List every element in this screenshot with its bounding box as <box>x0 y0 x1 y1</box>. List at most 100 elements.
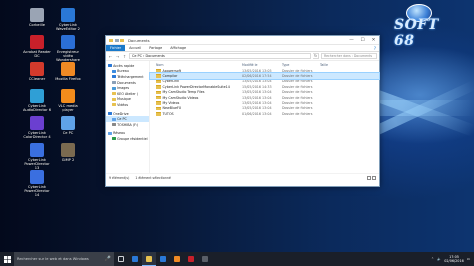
desktop-icon[interactable]: Mozilla Firefox <box>53 62 83 81</box>
desktop-icon-label: CyberLink PowerDirector 13 <box>24 158 50 171</box>
logo-text: SOFT 68 <box>394 17 439 49</box>
search-input[interactable]: Rechercher dans : Documents <box>321 52 377 60</box>
desktop-icon[interactable]: VLC media player <box>53 89 83 112</box>
tab-fichier[interactable]: Fichier <box>106 45 126 51</box>
file-name: Apowersoft <box>162 68 182 73</box>
app-icon <box>61 89 75 103</box>
details-view-icon[interactable] <box>366 175 371 180</box>
nav-item-icon <box>112 69 116 73</box>
file-name-cell: My CamStudio Videos <box>156 96 242 100</box>
taskbar-app-dark-button[interactable] <box>198 252 212 266</box>
tab-affichage[interactable]: Affichage <box>166 45 190 51</box>
system-tray: ⌃ 🔈 17:05 02/06/2016 ▭ <box>431 255 474 263</box>
minimize-button[interactable]: — <box>346 36 357 45</box>
folder-icon <box>156 95 161 100</box>
desktop-icon-label: Enregistreur vidéo Wondershare <box>56 50 80 63</box>
desktop-icon[interactable]: GIMP 2 <box>53 143 83 162</box>
task-view-icon <box>118 256 124 262</box>
taskbar-app-red-button[interactable] <box>184 252 198 266</box>
desktop-icon[interactable]: CyberLink PowerDirector 13 <box>22 143 52 171</box>
file-name-cell: Compilar <box>156 74 242 78</box>
desktop-icon-label: Ce PC <box>62 131 74 135</box>
selection-count: 1 élément sélectionné <box>135 175 171 180</box>
taskbar-store-button[interactable] <box>156 252 170 266</box>
app-icon <box>30 116 44 130</box>
clock[interactable]: 17:05 02/06/2016 <box>444 255 464 263</box>
taskbar-file-explorer-button[interactable] <box>142 252 156 266</box>
nav-item-icon <box>108 112 112 116</box>
desktop-icon[interactable]: CyberLink ColorDirector 4 <box>22 116 52 139</box>
nav-item-label: OneDrive <box>113 111 129 116</box>
file-type: Dossier de fichiers <box>282 101 313 106</box>
desktop-icon[interactable]: CyberLink PowerDirector 14 <box>22 170 52 198</box>
new-folder-icon[interactable] <box>120 38 124 42</box>
address-bar-row: ← → ↑ Ce PC › Documents ↻ Rechercher dan… <box>106 52 379 61</box>
taskbar-task-view-button[interactable] <box>114 252 128 266</box>
maximize-button[interactable]: ☐ <box>357 36 368 45</box>
taskbar-edge-button[interactable] <box>128 252 142 266</box>
desktop-icon[interactable]: Corbeille <box>22 8 52 27</box>
taskbar-search-placeholder: Rechercher sur le web et dans Windows <box>17 257 89 261</box>
taskbar-firefox-button[interactable] <box>170 252 184 266</box>
desktop-icon[interactable]: CyberLink WaveEditor 2 <box>53 8 83 31</box>
help-icon[interactable]: ? <box>374 45 379 51</box>
file-type: Dossier de fichiers <box>282 106 313 111</box>
chevron-up-icon[interactable]: ⌃ <box>431 257 434 261</box>
properties-icon[interactable] <box>114 38 119 42</box>
nav-item-icon <box>112 103 116 107</box>
address-input[interactable]: Ce PC › Documents <box>129 52 311 60</box>
refresh-icon[interactable]: ↻ <box>313 52 319 60</box>
nav-item-icon <box>108 131 112 135</box>
column-header-date[interactable]: Modifié le <box>242 63 282 67</box>
folder-icon <box>156 101 161 105</box>
desktop-icon-label: CyberLink WaveEditor 2 <box>56 23 80 32</box>
notifications-icon[interactable]: ▭ <box>467 257 470 261</box>
desktop-icon-label: GIMP 2 <box>61 158 75 162</box>
tab-partage[interactable]: Partage <box>145 45 166 51</box>
file-type: Dossier de fichiers <box>282 95 313 100</box>
nav-item-icon <box>112 123 116 127</box>
file-type: Dossier de fichiers <box>282 90 313 95</box>
windows-logo-icon <box>3 255 11 263</box>
desktop-icon-label: Mozilla Firefox <box>55 77 81 81</box>
desktop-icon-label: CyberLink PowerDirector 14 <box>24 185 50 198</box>
close-button[interactable]: ✕ <box>368 36 379 45</box>
column-header-type[interactable]: Type <box>282 63 320 67</box>
desktop-icon[interactable]: CCleaner <box>22 62 52 81</box>
folder-icon <box>156 90 161 94</box>
desktop-icon[interactable]: CyberLink AudioDirector 6 <box>22 89 52 112</box>
edge-icon <box>132 256 138 262</box>
volume-icon[interactable]: 🔈 <box>437 257 441 261</box>
tab-accueil[interactable]: Accueil <box>125 45 145 51</box>
desktop-icon[interactable]: Acrobat Reader DC <box>22 35 52 58</box>
microphone-icon[interactable]: 🎤 <box>105 256 111 262</box>
nav-item[interactable]: Vidéos <box>106 102 149 108</box>
nav-item[interactable]: Groupe résidentiel <box>106 136 149 142</box>
file-explorer-window[interactable]: Documents — ☐ ✕ Fichier Accueil Partage … <box>105 35 380 187</box>
file-type: Dossier de fichiers <box>282 84 313 89</box>
file-row[interactable]: TUTOS 01/06/2016 13:04 Dossier de fichiers <box>150 111 379 116</box>
file-name-cell: NewBlueFX <box>156 106 242 110</box>
desktop-icon[interactable]: Ce PC <box>53 116 83 135</box>
nav-item-icon <box>112 86 116 90</box>
file-type: Dossier de fichiers <box>282 79 313 84</box>
desktop-icon-label: CCleaner <box>28 77 46 81</box>
start-button[interactable] <box>0 252 14 266</box>
back-arrow-icon[interactable]: ← <box>108 53 113 60</box>
large-icons-view-icon[interactable] <box>372 175 376 180</box>
title-bar[interactable]: Documents — ☐ ✕ <box>106 36 379 45</box>
nav-item[interactable]: TOSHIBA (F:) <box>106 122 149 128</box>
item-count: 9 élément(s) <box>109 175 130 180</box>
app-dark-icon <box>202 256 208 262</box>
column-header-name[interactable]: Nom <box>156 63 242 67</box>
column-header-size[interactable]: Taille <box>320 63 340 67</box>
store-icon <box>160 256 166 262</box>
up-arrow-icon[interactable]: ↑ <box>122 53 127 60</box>
desktop-icon[interactable]: Enregistreur vidéo Wondershare <box>53 35 83 63</box>
taskbar-search-box[interactable]: Rechercher sur le web et dans Windows 🎤 <box>14 252 114 266</box>
file-name-cell: CyberLink <box>156 79 242 83</box>
desktop: Corbeille CyberLink WaveEditor 2 Acrobat R… <box>0 0 474 252</box>
forward-arrow-icon[interactable]: → <box>115 53 120 60</box>
app-icon <box>61 8 75 22</box>
clock-date: 02/06/2016 <box>444 259 464 263</box>
